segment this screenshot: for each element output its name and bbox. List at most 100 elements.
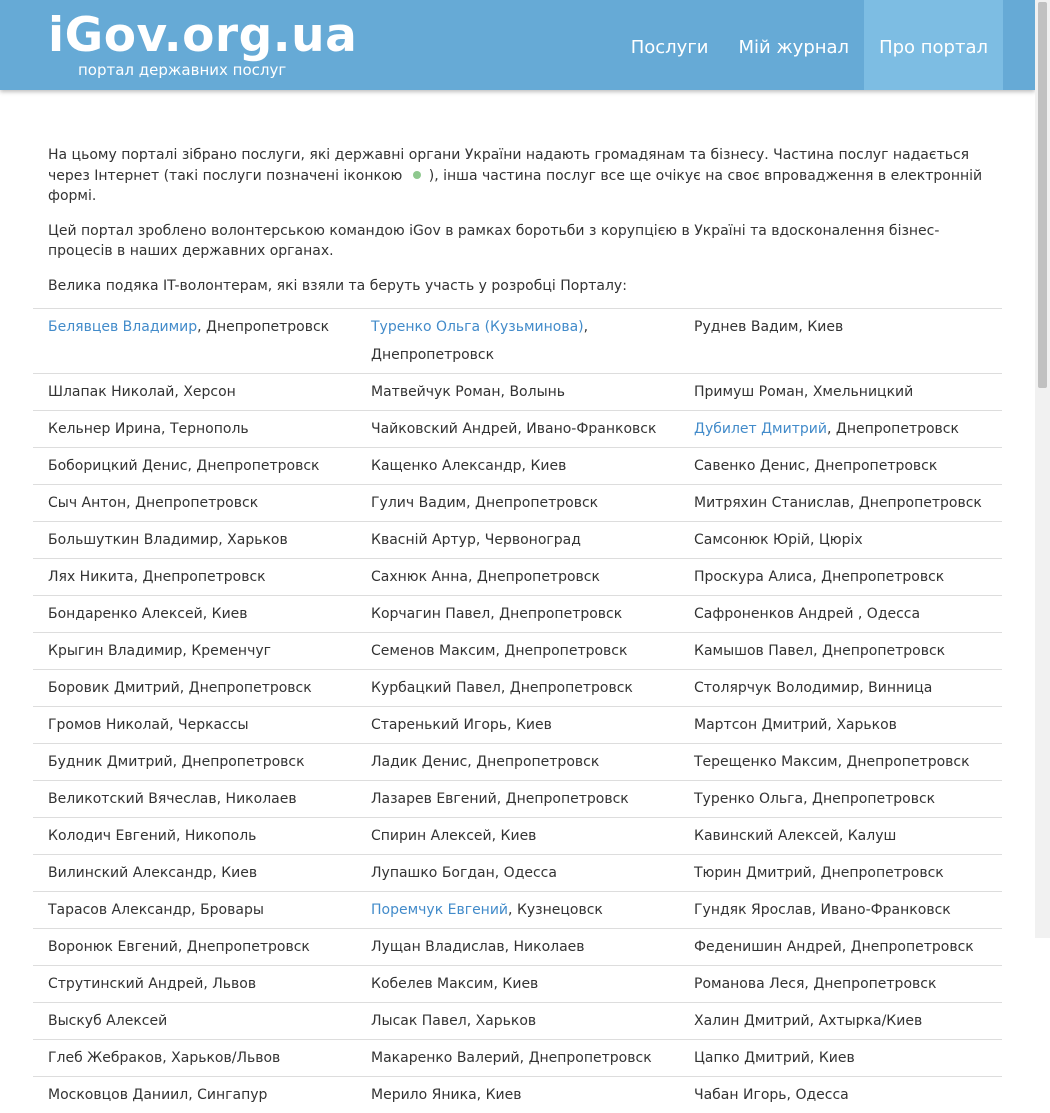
volunteer-cell: Кельнер Ирина, Тернополь bbox=[33, 411, 356, 448]
volunteer-name: Мартсон Дмитрий bbox=[694, 717, 827, 733]
site-logo[interactable]: iGov.org.ua bbox=[48, 6, 357, 66]
page-scrollbar[interactable] bbox=[1035, 0, 1050, 938]
volunteer-city: Бровары bbox=[200, 902, 264, 918]
volunteer-cell: Проскура Алиса, Днепропетровск bbox=[679, 559, 1002, 596]
table-row: Московцов Даниил, СингапурМерило Яника, … bbox=[33, 1077, 1002, 1113]
table-row: Воронюк Евгений, ДнепропетровскЛущан Вла… bbox=[33, 929, 1002, 966]
volunteer-cell: Сыч Антон, Днепропетровск bbox=[33, 485, 356, 522]
volunteer-cell: Бондаренко Алексей, Киев bbox=[33, 596, 356, 633]
volunteer-cell: Терещенко Максим, Днепропетровск bbox=[679, 744, 1002, 781]
volunteer-name: Ладик Денис bbox=[371, 754, 467, 770]
volunteer-city: Днепропетровск bbox=[529, 1050, 652, 1066]
volunteer-name: Кавинский Алексей bbox=[694, 828, 839, 844]
volunteer-name: Макаренко Валерий bbox=[371, 1050, 520, 1066]
volunteer-city: Кременчуг bbox=[191, 643, 271, 659]
intro-paragraph-1: На цьому порталі зібрано послуги, які де… bbox=[48, 145, 988, 207]
volunteer-link[interactable]: Поремчук Евгений bbox=[371, 902, 508, 918]
table-row: Большуткин Владимир, ХарьковКвасній Арту… bbox=[33, 522, 1002, 559]
volunteer-name: Гулич Вадим bbox=[371, 495, 466, 511]
volunteer-name: Воронюк Евгений bbox=[48, 939, 178, 955]
volunteer-city: Тернополь bbox=[170, 421, 249, 437]
volunteer-city: Сингапур bbox=[197, 1087, 267, 1103]
volunteer-link[interactable]: Дубилет Дмитрий bbox=[694, 421, 827, 437]
volunteer-cell: Белявцев Владимир, Днепропетровск bbox=[33, 309, 356, 374]
volunteer-city: Днепропетровск bbox=[506, 791, 629, 807]
volunteer-cell: Руднев Вадим, Киев bbox=[679, 309, 1002, 374]
volunteer-city: Днепропетровск bbox=[859, 495, 982, 511]
nav-item-about-portal[interactable]: Про портал bbox=[864, 0, 1003, 90]
volunteer-name: Кащенко Александр bbox=[371, 458, 522, 474]
volunteer-name: Матвейчук Роман bbox=[371, 384, 501, 400]
volunteer-cell: Чайковский Андрей, Ивано-Франковск bbox=[356, 411, 679, 448]
table-row: Лях Никита, ДнепропетровскСахнюк Анна, Д… bbox=[33, 559, 1002, 596]
volunteer-name: Тюрин Дмитрий bbox=[694, 865, 812, 881]
volunteer-cell: Шлапак Николай, Херсон bbox=[33, 374, 356, 411]
volunteer-cell: Курбацкий Павел, Днепропетровск bbox=[356, 670, 679, 707]
volunteer-name: Шлапак Николай bbox=[48, 384, 174, 400]
volunteer-name: Спирин Алексей bbox=[371, 828, 492, 844]
volunteer-city: Днепропетровск bbox=[510, 680, 633, 696]
volunteer-cell: Тюрин Дмитрий, Днепропетровск bbox=[679, 855, 1002, 892]
volunteer-cell: Боровик Дмитрий, Днепропетровск bbox=[33, 670, 356, 707]
volunteer-cell: Будник Дмитрий, Днепропетровск bbox=[33, 744, 356, 781]
volunteer-city: Киев bbox=[221, 865, 257, 881]
volunteer-cell: Выскуб Алексей bbox=[33, 1003, 356, 1040]
volunteer-cell: Столярчук Володимир, Винница bbox=[679, 670, 1002, 707]
volunteer-city: Днепропетровск bbox=[814, 458, 937, 474]
volunteer-name: Гундяк Ярослав bbox=[694, 902, 812, 918]
volunteer-cell: Поремчук Евгений, Кузнецовск bbox=[356, 892, 679, 929]
volunteer-name: Сыч Антон bbox=[48, 495, 126, 511]
volunteer-name: Колодич Евгений bbox=[48, 828, 176, 844]
volunteer-cell: Чабан Игорь, Одесса bbox=[679, 1077, 1002, 1113]
site-tagline: портал державних послуг bbox=[78, 61, 286, 79]
volunteer-city: Херсон bbox=[183, 384, 236, 400]
volunteer-name: Сахнюк Анна bbox=[371, 569, 468, 585]
volunteer-name: Боборицкий Денис bbox=[48, 458, 188, 474]
volunteer-city: Днепропетровск bbox=[499, 606, 622, 622]
volunteer-city: Днепропетровск bbox=[477, 569, 600, 585]
table-row: Великотский Вячеслав, НиколаевЛазарев Ев… bbox=[33, 781, 1002, 818]
volunteer-city: Киев bbox=[501, 828, 537, 844]
volunteer-name: Вилинский Александр bbox=[48, 865, 212, 881]
volunteer-city: Львов bbox=[212, 976, 256, 992]
volunteer-name: Лупашко Богдан bbox=[371, 865, 495, 881]
table-row: Тарасов Александр, БроварыПоремчук Евген… bbox=[33, 892, 1002, 929]
volunteer-cell: Лупашко Богдан, Одесса bbox=[356, 855, 679, 892]
volunteer-city: Кузнецовск bbox=[517, 902, 603, 918]
volunteers-table: Белявцев Владимир, Днепропетровск Туренко… bbox=[33, 308, 1002, 1113]
volunteer-cell: Старенький Игорь, Киев bbox=[356, 707, 679, 744]
nav-item-services[interactable]: Послуги bbox=[616, 0, 724, 90]
volunteer-cell: Матвейчук Роман, Волынь bbox=[356, 374, 679, 411]
volunteer-city: Киев bbox=[516, 717, 552, 733]
volunteer-name: Савенко Денис bbox=[694, 458, 805, 474]
volunteer-cell: Большуткин Владимир, Харьков bbox=[33, 522, 356, 559]
volunteer-link[interactable]: Туренко Ольга (Кузьминова) bbox=[371, 319, 584, 335]
volunteer-city: Днепропетровск bbox=[181, 754, 304, 770]
volunteer-cell: Лазарев Евгений, Днепропетровск bbox=[356, 781, 679, 818]
volunteer-name: Боровик Дмитрий bbox=[48, 680, 180, 696]
volunteer-cell: Макаренко Валерий, Днепропетровск bbox=[356, 1040, 679, 1077]
volunteer-cell: Митряхин Станислав, Днепропетровск bbox=[679, 485, 1002, 522]
volunteer-name: Старенький Игорь bbox=[371, 717, 507, 733]
volunteer-cell: Кобелев Максим, Киев bbox=[356, 966, 679, 1003]
online-service-icon bbox=[413, 171, 421, 179]
scrollbar-thumb[interactable] bbox=[1038, 2, 1047, 388]
volunteer-cell: Феденишин Андрей, Днепропетровск bbox=[679, 929, 1002, 966]
nav-item-my-journal[interactable]: Мій журнал bbox=[724, 0, 865, 90]
volunteer-link[interactable]: Белявцев Владимир bbox=[48, 319, 197, 335]
volunteer-name: Столярчук Володимир bbox=[694, 680, 859, 696]
volunteer-name: Бондаренко Алексей bbox=[48, 606, 203, 622]
volunteer-cell: Кащенко Александр, Киев bbox=[356, 448, 679, 485]
volunteer-name: Глеб Жебраков bbox=[48, 1050, 162, 1066]
volunteer-name: Проскура Алиса bbox=[694, 569, 812, 585]
volunteer-cell: Сафроненков Андрей , Одесса bbox=[679, 596, 1002, 633]
volunteer-cell: Камышов Павел, Днепропетровск bbox=[679, 633, 1002, 670]
volunteer-city: Ахтырка/Киев bbox=[819, 1013, 923, 1029]
volunteer-cell: Громов Николай, Черкассы bbox=[33, 707, 356, 744]
volunteer-cell: Боборицкий Денис, Днепропетровск bbox=[33, 448, 356, 485]
volunteer-cell: Крыгин Владимир, Кременчуг bbox=[33, 633, 356, 670]
volunteer-name: Халин Дмитрий bbox=[694, 1013, 810, 1029]
volunteer-city: Днепропетровск bbox=[813, 976, 936, 992]
table-row: Струтинский Андрей, ЛьвовКобелев Максим,… bbox=[33, 966, 1002, 1003]
volunteer-cell: Великотский Вячеслав, Николаев bbox=[33, 781, 356, 818]
